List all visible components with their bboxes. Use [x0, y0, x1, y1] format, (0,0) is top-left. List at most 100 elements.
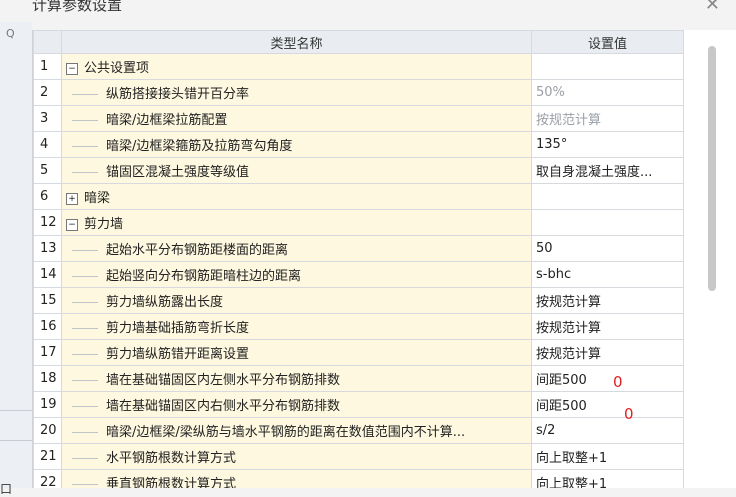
tree-connector	[72, 146, 98, 147]
tree-connector	[72, 432, 98, 433]
row-setting-value[interactable]: 按规范计算	[531, 339, 684, 366]
table-row[interactable]: 18 墙在基础锚固区内左侧水平分布钢筋排数 间距500	[33, 365, 684, 392]
row-setting-value[interactable]: 间距500	[531, 365, 684, 392]
left-panel-divider	[0, 440, 32, 441]
row-setting-value[interactable]	[531, 209, 684, 236]
tree-connector	[72, 172, 98, 173]
row-setting-value[interactable]: s/2	[531, 417, 684, 444]
row-number: 5	[33, 157, 62, 184]
row-type-name: 暗梁/边框梁拉筋配置	[106, 113, 228, 128]
row-type-name-cell[interactable]: 纵筋搭接接头错开百分率	[61, 79, 532, 106]
row-type-name-cell[interactable]: 墙在基础锚固区内左侧水平分布钢筋排数	[61, 365, 532, 392]
row-number: 1	[33, 53, 62, 80]
row-setting-value[interactable]: 按规范计算	[531, 313, 684, 340]
collapse-icon[interactable]: −	[66, 62, 78, 75]
table-row[interactable]: 12− 剪力墙	[33, 209, 684, 236]
header-value[interactable]: 设置值	[531, 30, 684, 54]
parameter-grid[interactable]: 类型名称 设置值 1− 公共设置项 2 纵筋搭接接头错开百分率 50% 3 暗梁/边框梁拉筋…	[32, 30, 705, 488]
row-type-name: 水平钢筋根数计算方式	[106, 451, 237, 466]
row-setting-value[interactable]: 135°	[531, 131, 684, 158]
row-type-name-cell[interactable]: 起始水平分布钢筋距楼面的距离	[61, 235, 532, 262]
tree-connector	[72, 380, 98, 381]
row-setting-value[interactable]: 向上取整+1	[531, 469, 684, 488]
table-row[interactable]: 6 + 暗梁	[33, 183, 684, 210]
row-number: 19	[33, 391, 62, 418]
table-row[interactable]: 15 剪力墙纵筋露出长度 按规范计算	[33, 287, 684, 314]
row-type-name: 剪力墙	[84, 217, 124, 232]
row-type-name-cell[interactable]: 剪力墙纵筋露出长度	[61, 287, 532, 314]
row-type-name: 起始竖向分布钢筋距暗柱边的距离	[106, 269, 302, 284]
table-row[interactable]: 19 墙在基础锚固区内右侧水平分布钢筋排数 间距500	[33, 391, 684, 418]
row-number: 3	[33, 105, 62, 132]
row-setting-value[interactable]: 按规范计算	[531, 287, 684, 314]
tree-connector	[72, 302, 98, 303]
row-type-name-cell[interactable]: 暗梁/边框梁拉筋配置	[61, 105, 532, 132]
search-icon[interactable]: Q	[6, 27, 15, 40]
row-setting-value[interactable]: 间距500	[531, 391, 684, 418]
row-type-name-cell[interactable]: 暗梁/边框梁箍筋及拉筋弯勾角度	[61, 131, 532, 158]
expand-icon[interactable]: +	[66, 192, 78, 205]
dialog-title: 计算参数设置	[32, 0, 123, 14]
tree-connector	[72, 276, 98, 277]
table-row[interactable]: 3 暗梁/边框梁拉筋配置 按规范计算	[33, 105, 684, 132]
row-type-name: 锚固区混凝土强度等级值	[106, 165, 250, 180]
row-type-name: 暗梁/边框梁/梁纵筋与墙水平钢筋的距离在数值范围内不计算...	[106, 425, 466, 440]
row-setting-value[interactable]	[531, 53, 684, 80]
row-number: 15	[33, 287, 62, 314]
red-zero-annotation: 0	[624, 405, 634, 423]
row-type-name: 垂直钢筋根数计算方式	[106, 477, 237, 488]
table-row[interactable]: 14 起始竖向分布钢筋距暗柱边的距离 s-bhc	[33, 261, 684, 288]
table-row[interactable]: 16 剪力墙基础插筋弯折长度 按规范计算	[33, 313, 684, 340]
table-row[interactable]: 22 垂直钢筋根数计算方式 向上取整+1	[33, 469, 684, 488]
table-row[interactable]: 4 暗梁/边框梁箍筋及拉筋弯勾角度 135°	[33, 131, 684, 158]
table-row[interactable]: 17 剪力墙纵筋错开距离设置 按规范计算	[33, 339, 684, 366]
row-setting-value[interactable]	[531, 183, 684, 210]
row-type-name-cell[interactable]: + 暗梁	[61, 183, 532, 210]
row-type-name-cell[interactable]: − 公共设置项	[61, 53, 532, 80]
dialog-title-bar: 计算参数设置 ✕	[0, 0, 736, 22]
row-type-name: 公共设置项	[84, 61, 150, 76]
tree-connector	[72, 354, 98, 355]
row-type-name-cell[interactable]: 水平钢筋根数计算方式	[61, 443, 532, 470]
close-icon[interactable]: ✕	[705, 0, 720, 15]
row-setting-value[interactable]: 取自身混凝土强度...	[531, 157, 684, 184]
collapse-icon[interactable]: −	[66, 218, 78, 231]
tree-connector	[72, 484, 98, 485]
scrollbar-thumb[interactable]	[708, 46, 716, 291]
row-setting-value[interactable]: 向上取整+1	[531, 443, 684, 470]
row-type-name-cell[interactable]: 墙在基础锚固区内右侧水平分布钢筋排数	[61, 391, 532, 418]
row-number: 17	[33, 339, 62, 366]
row-type-name-cell[interactable]: 剪力墙基础插筋弯折长度	[61, 313, 532, 340]
vertical-scrollbar[interactable]	[704, 30, 736, 488]
header-type-name[interactable]: 类型名称	[61, 30, 532, 54]
row-number: 13	[33, 235, 62, 262]
table-row[interactable]: 21 水平钢筋根数计算方式 向上取整+1	[33, 443, 684, 470]
table-row[interactable]: 13 起始水平分布钢筋距楼面的距离 50	[33, 235, 684, 262]
parameter-table: 类型名称 设置值 1− 公共设置项 2 纵筋搭接接头错开百分率 50% 3 暗梁/边框梁拉筋…	[33, 30, 684, 488]
table-row[interactable]: 1− 公共设置项	[33, 53, 684, 80]
tree-connector	[72, 250, 98, 251]
row-type-name-cell[interactable]: 剪力墙纵筋错开距离设置	[61, 339, 532, 366]
table-row[interactable]: 20 暗梁/边框梁/梁纵筋与墙水平钢筋的距离在数值范围内不计算... s/2	[33, 417, 684, 444]
tree-connector	[72, 120, 98, 121]
table-row[interactable]: 5 锚固区混凝土强度等级值 取自身混凝土强度...	[33, 157, 684, 184]
row-number: 2	[33, 79, 62, 106]
row-setting-value[interactable]: 50	[531, 235, 684, 262]
row-setting-value[interactable]: s-bhc	[531, 261, 684, 288]
tree-connector	[72, 94, 98, 95]
row-type-name-cell[interactable]: − 剪力墙	[61, 209, 532, 236]
row-type-name: 剪力墙纵筋错开距离设置	[106, 347, 250, 362]
row-setting-value[interactable]: 按规范计算	[531, 105, 684, 132]
row-type-name: 墙在基础锚固区内右侧水平分布钢筋排数	[106, 399, 341, 414]
row-type-name: 剪力墙纵筋露出长度	[106, 295, 224, 310]
left-panel-edge-text: 口	[0, 482, 13, 496]
row-setting-value[interactable]: 50%	[531, 79, 684, 106]
row-type-name-cell[interactable]: 暗梁/边框梁/梁纵筋与墙水平钢筋的距离在数值范围内不计算...	[61, 417, 532, 444]
row-type-name-cell[interactable]: 垂直钢筋根数计算方式	[61, 469, 532, 488]
row-type-name: 起始水平分布钢筋距楼面的距离	[106, 243, 289, 258]
row-type-name: 暗梁/边框梁箍筋及拉筋弯勾角度	[106, 139, 293, 154]
tree-connector	[72, 328, 98, 329]
table-row[interactable]: 2 纵筋搭接接头错开百分率 50%	[33, 79, 684, 106]
row-type-name-cell[interactable]: 起始竖向分布钢筋距暗柱边的距离	[61, 261, 532, 288]
row-type-name-cell[interactable]: 锚固区混凝土强度等级值	[61, 157, 532, 184]
